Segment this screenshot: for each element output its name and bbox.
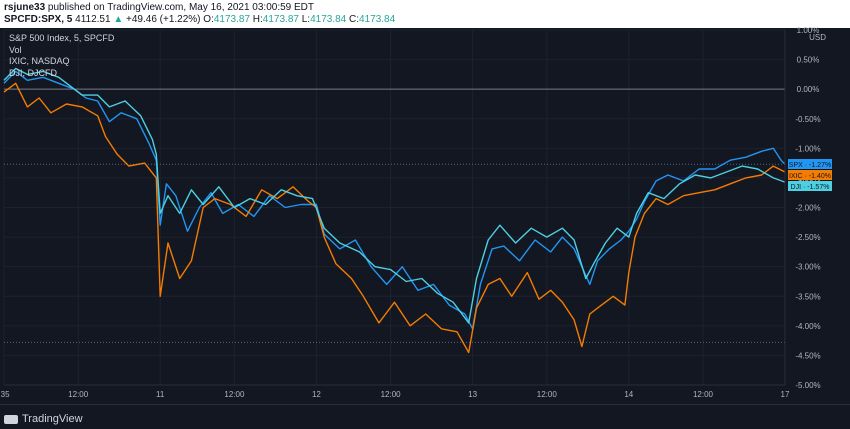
comparison-chart[interactable]: 1.00%0.50%0.00%-0.50%-1.00%-1.50%-2.00%-… <box>0 0 850 428</box>
end-label-text-spx: SPX · -1.27% <box>789 162 831 169</box>
series-lines <box>3 67 786 354</box>
series-line-spx <box>3 70 786 330</box>
tradingview-logo-icon <box>4 414 18 424</box>
y-tick-label: -0.50% <box>795 115 820 124</box>
series-line-ixic <box>3 82 786 354</box>
y-tick-label: -4.00% <box>795 322 820 331</box>
end-label-text-ixic: IXIC · -1.40% <box>789 173 831 180</box>
tradingview-snapshot: rsjune33 published on TradingView.com, M… <box>0 0 850 429</box>
x-tick-label: 12:00 <box>537 390 558 399</box>
legend-dji[interactable]: DJI, DJCFD <box>9 68 114 80</box>
x-tick-label: 17 <box>781 390 790 399</box>
y-tick-label: -1.00% <box>795 144 820 153</box>
y-tick-label: -2.50% <box>795 233 820 242</box>
x-tick-label: :35 <box>0 390 10 399</box>
x-tick-label: 12:00 <box>381 390 402 399</box>
y-tick-label: -2.00% <box>795 204 820 213</box>
footer-bar: TradingView <box>0 404 850 429</box>
chart-legend: S&P 500 Index, 5, SPCFD Vol IXIC, NASDAQ… <box>9 33 114 79</box>
y-tick-label: 0.00% <box>797 85 820 94</box>
legend-main-series[interactable]: S&P 500 Index, 5, SPCFD <box>9 33 114 45</box>
y-tick-label: 0.50% <box>797 56 820 65</box>
x-tick-label: 12 <box>312 390 321 399</box>
x-tick-label: 12:00 <box>224 390 245 399</box>
legend-ixic[interactable]: IXIC, NASDAQ <box>9 56 114 68</box>
x-tick-label: 13 <box>468 390 477 399</box>
series-end-labels: SPX · -1.27% IXIC · -1.40% DJI · -1.57% <box>788 159 832 191</box>
brand-name: TradingView <box>22 413 83 425</box>
x-tick-label: 14 <box>624 390 633 399</box>
y-tick-label: -5.00% <box>795 381 820 390</box>
x-axis: :35 12:00 11 12:00 12 12:00 13 12:00 14 12:00 17 <box>0 384 790 399</box>
x-tick-label: 12:00 <box>693 390 714 399</box>
series-line-dji <box>3 67 786 324</box>
reference-lines <box>4 88 785 343</box>
tradingview-logo[interactable]: TradingView <box>4 413 83 425</box>
x-tick-label: 12:00 <box>68 390 89 399</box>
y-axis: 1.00%0.50%0.00%-0.50%-1.00%-1.50%-2.00%-… <box>784 26 826 390</box>
legend-volume[interactable]: Vol <box>9 45 114 57</box>
y-unit-label: USD <box>809 33 826 42</box>
end-label-text-dji: DJI · -1.57% <box>791 184 830 191</box>
chart-grid <box>3 29 786 386</box>
y-tick-label: -3.50% <box>795 292 820 301</box>
x-tick-label: 11 <box>156 390 165 399</box>
y-tick-label: -3.00% <box>795 263 820 272</box>
y-tick-label: -4.50% <box>795 351 820 360</box>
